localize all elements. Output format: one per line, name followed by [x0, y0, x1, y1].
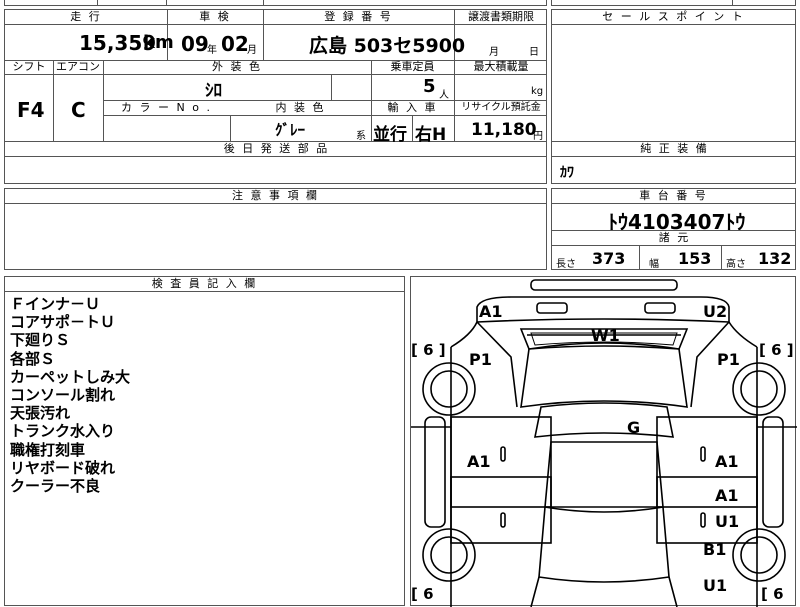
note-item: カーペットしみ大: [10, 367, 131, 386]
exterior-color-value: ｼﾛ: [205, 81, 222, 101]
transfer-day-unit: 日: [529, 47, 539, 58]
genuine-equipment-value: ｶﾜ: [560, 165, 574, 181]
recycle-unit: 円: [533, 131, 543, 142]
label-right-rear: U1: [703, 576, 727, 595]
max-load-unit: kg: [531, 86, 544, 97]
genuine-equipment-header: 純 正 装 備: [640, 142, 709, 155]
chassis-header: 車 台 番 号: [552, 189, 795, 204]
mileage-header: 走 行: [70, 10, 102, 23]
label-left-door: A1: [467, 452, 491, 471]
label-right-quarter: B1: [703, 540, 726, 559]
label-right-rear-door-a: A1: [715, 486, 739, 505]
label-left-fender: P1: [469, 350, 492, 369]
recycle-header: リサイクル預託金: [461, 102, 541, 113]
max-load-header: 最大積載量: [473, 60, 529, 73]
note-item: コアサポ－トＵ: [10, 313, 116, 332]
note-item: 下廻りＳ: [10, 331, 71, 350]
shift-header: シフト: [12, 60, 46, 73]
inspection-month-unit: 月: [247, 45, 257, 56]
inspection-year-unit: 年: [207, 45, 217, 56]
note-item: トランク水入り: [10, 422, 116, 441]
capacity-value: 5: [423, 76, 436, 97]
label-right-front-door: A1: [715, 452, 739, 471]
inspector-box: 検 査 員 記 入 欄 Ｆインナ－Ｕ コアサポ－トＵ 下廻りＳ 各部Ｓ カーペッ…: [4, 276, 405, 606]
label-front-left: A1: [479, 302, 503, 321]
sales-point-box: セ ー ル ス ポ イ ン ト 純 正 装 備 ｶﾜ: [551, 9, 796, 184]
height-label: 高さ: [726, 259, 746, 270]
registration-header: 登 録 番 号: [324, 10, 393, 23]
note-item: クーラー不良: [10, 477, 101, 496]
specs-header: 諸 元: [658, 231, 691, 244]
note-item: 職権打刻車: [10, 440, 86, 459]
inspector-notes: Ｆインナ－Ｕ コアサポ－トＵ 下廻りＳ 各部Ｓ カーペットしみ大 コンソール割れ…: [5, 292, 404, 495]
capacity-header: 乗車定員: [390, 60, 435, 73]
inspector-header: 検 査 員 記 入 欄: [5, 277, 404, 292]
shift-value: F4: [17, 98, 45, 122]
car-diagram-box: A1 U2 W1 P1 P1 [ 6 ] [ 6 ] G A1 A1 A1 U1…: [410, 276, 797, 607]
recycle-value: 11,180: [471, 120, 537, 140]
note-item: コンソール割れ: [10, 386, 116, 405]
top-partial-row: [4, 0, 547, 6]
car-diagram: A1 U2 W1 P1 P1 [ 6 ] [ 6 ] G A1 A1 A1 U1…: [411, 279, 797, 607]
note-item: Ｆインナ－Ｕ: [10, 295, 101, 313]
caution-header: 注 意 事 項 欄: [5, 189, 546, 204]
import-header: 輸 入 車: [387, 101, 438, 114]
registration-value: 広島 503セ5900: [309, 35, 466, 57]
interior-color-suffix: 系: [356, 131, 366, 142]
label-windshield: W1: [591, 326, 620, 345]
length-label: 長さ: [556, 259, 576, 270]
mileage-unit: km: [143, 32, 174, 53]
inspection-year: 09: [181, 32, 209, 56]
exterior-color-header: 外 装 色: [212, 60, 262, 73]
caution-box: 注 意 事 項 欄: [4, 188, 547, 270]
label-tire-bottom-right: [ 6: [761, 585, 784, 603]
width-label: 幅: [649, 259, 659, 270]
label-tire-left: [ 6 ]: [411, 341, 446, 359]
transfer-docs-header: 譲渡書類期限: [468, 10, 534, 23]
label-right-fender: P1: [717, 350, 740, 369]
inspection-header: 車 検: [199, 10, 231, 23]
inspection-month: 02: [221, 32, 249, 56]
note-item: 天張汚れ: [10, 404, 71, 423]
height-value: 132: [758, 249, 792, 268]
label-tire-bottom-left: [ 6: [411, 585, 434, 603]
label-roof: G: [627, 418, 640, 437]
interior-color-header: 内 装 色: [275, 101, 326, 114]
aircon-header: エアコン: [56, 60, 100, 73]
sales-point-header: セ ー ル ス ポ イ ン ト: [552, 10, 795, 25]
note-item: 各部Ｓ: [10, 349, 56, 368]
length-value: 373: [592, 249, 626, 268]
label-tire-right: [ 6 ]: [759, 341, 794, 359]
label-right-rear-door-u: U1: [715, 512, 739, 531]
width-value: 153: [678, 249, 712, 268]
transfer-month-unit: 月: [489, 47, 499, 58]
interior-color-value: ｸﾞﾚｰ: [275, 121, 306, 139]
capacity-unit: 人: [439, 90, 449, 101]
later-parts-header: 後 日 発 送 部 品: [223, 142, 330, 155]
aircon-value: C: [71, 98, 86, 122]
chassis-box: 車 台 番 号 ﾄｳ4103407ﾄｳ 諸 元 長さ 373 幅 153 高さ …: [551, 188, 796, 270]
note-item: リヤボード破れ: [10, 458, 116, 477]
label-front-right: U2: [703, 302, 727, 321]
vehicle-info-table: 走 行 車 検 登 録 番 号 譲渡書類期限 15,359 km 09 年 02…: [4, 9, 547, 184]
top-partial-right: [551, 0, 796, 6]
color-no-header: カ ラ ー N o .: [121, 101, 212, 114]
